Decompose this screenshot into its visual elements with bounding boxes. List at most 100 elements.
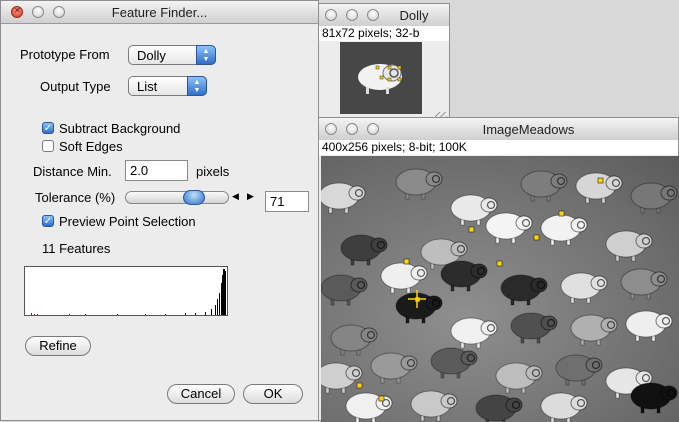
sheep	[570, 314, 618, 346]
histogram-bar	[223, 269, 224, 315]
soft-edges-checkbox[interactable]	[42, 140, 54, 152]
sheep	[510, 312, 558, 344]
histogram-bar	[222, 275, 223, 315]
distance-min-input[interactable]: 2.0	[125, 160, 188, 181]
meadows-window: ImageMeadows 400x256 pixels; 8-bit; 100K	[318, 117, 679, 422]
feature-finder-titlebar[interactable]: Feature Finder...	[1, 1, 318, 24]
sheep	[410, 390, 458, 422]
close-icon[interactable]	[325, 9, 337, 21]
distance-min-unit: pixels	[196, 164, 230, 179]
histogram-bar	[195, 313, 196, 315]
zoom-icon[interactable]	[367, 123, 379, 135]
histogram-bar	[224, 269, 225, 315]
selection-point-marker	[378, 395, 385, 402]
sheep	[340, 234, 388, 266]
histogram-bar	[85, 314, 86, 315]
histogram-bar	[31, 313, 32, 315]
sheep	[560, 272, 608, 304]
histogram-bar	[69, 314, 70, 315]
minimize-icon[interactable]	[346, 9, 358, 21]
subtract-background-checkbox[interactable]: ✓	[42, 122, 54, 134]
sheep	[485, 212, 533, 244]
meadows-info: 400x256 pixels; 8-bit; 100K	[319, 140, 678, 155]
sheep	[440, 260, 488, 292]
soft-edges-label[interactable]: Soft Edges	[59, 139, 123, 154]
histogram-bar	[145, 314, 146, 315]
dolly-window: Dolly 81x72 pixels; 32-b	[318, 3, 450, 127]
selection-point-marker	[468, 226, 475, 233]
selection-point-marker	[403, 258, 410, 265]
zoom-icon[interactable]	[367, 9, 379, 21]
sheep	[321, 274, 368, 306]
selection-point-marker	[533, 234, 540, 241]
slider-left-arrow-icon[interactable]: ◀	[232, 191, 239, 202]
sheep	[495, 362, 543, 394]
histogram-bar	[217, 299, 218, 315]
sheep	[345, 392, 393, 422]
dolly-info: 81x72 pixels; 32-b	[319, 26, 449, 41]
meadows-titlebar[interactable]: ImageMeadows	[319, 118, 678, 141]
sheep	[395, 168, 443, 200]
sheep	[540, 214, 588, 246]
histogram-bar	[211, 309, 212, 315]
sheep	[605, 230, 653, 262]
prototype-from-value: Dolly	[137, 48, 166, 63]
tolerance-input[interactable]: 71	[265, 191, 309, 212]
sheep	[450, 317, 498, 349]
popup-arrows-icon: ▲ ▼	[196, 45, 216, 65]
tolerance-slider[interactable]	[125, 190, 229, 205]
sheep	[625, 310, 673, 342]
output-type-label: Output Type	[40, 79, 111, 94]
features-count: 11 Features	[42, 241, 111, 256]
meadows-title: ImageMeadows	[482, 122, 575, 137]
meadows-image[interactable]	[321, 156, 679, 422]
cancel-button[interactable]: Cancel	[167, 384, 235, 404]
sheep	[370, 352, 418, 384]
histogram-bar	[221, 283, 222, 315]
sheep	[475, 394, 523, 422]
sheep	[575, 172, 623, 204]
histogram-plot	[31, 269, 226, 315]
histogram-bar	[225, 271, 226, 315]
sheep	[380, 262, 428, 294]
sheep	[321, 182, 366, 214]
distance-min-label: Distance Min.	[33, 164, 112, 179]
close-icon[interactable]	[325, 123, 337, 135]
sheep-flock-image	[321, 168, 678, 422]
refine-button[interactable]: Refine	[25, 336, 91, 356]
sheep	[630, 382, 678, 414]
dolly-sheep-image	[358, 64, 402, 94]
dolly-image	[340, 42, 422, 114]
selection-point-marker	[597, 177, 604, 184]
sheep	[330, 324, 378, 356]
preview-point-label[interactable]: Preview Point Selection	[59, 214, 196, 229]
selection-point-marker	[356, 382, 363, 389]
selection-point-marker	[558, 210, 565, 217]
output-type-select[interactable]: List ▲ ▼	[128, 76, 207, 96]
histogram-bar	[205, 312, 206, 315]
dolly-title: Dolly	[399, 8, 429, 23]
tolerance-label: Tolerance (%)	[35, 190, 116, 205]
feature-finder-dialog: Feature Finder... Prototype From Dolly ▲…	[0, 0, 319, 421]
subtract-background-label[interactable]: Subtract Background	[59, 121, 180, 136]
histogram-bar	[34, 314, 35, 315]
histogram-bar	[185, 313, 186, 315]
ok-button[interactable]: OK	[243, 384, 303, 404]
prototype-from-select[interactable]: Dolly ▲ ▼	[128, 45, 216, 65]
preview-point-checkbox[interactable]: ✓	[42, 215, 54, 227]
dialog-title: Feature Finder...	[111, 5, 208, 20]
histogram-bar	[37, 314, 38, 315]
slider-thumb[interactable]	[183, 190, 205, 205]
slider-right-arrow-icon[interactable]: ▶	[247, 191, 254, 202]
sheep	[540, 392, 588, 422]
histogram-bar	[165, 314, 166, 315]
sheep	[555, 354, 603, 386]
sheep	[321, 362, 363, 394]
dolly-titlebar[interactable]: Dolly	[319, 4, 449, 27]
sheep	[620, 268, 668, 300]
selection-point-marker	[496, 260, 503, 267]
minimize-icon[interactable]	[346, 123, 358, 135]
sheep	[430, 347, 478, 379]
sheep	[630, 182, 678, 214]
histogram-bar	[219, 293, 220, 315]
